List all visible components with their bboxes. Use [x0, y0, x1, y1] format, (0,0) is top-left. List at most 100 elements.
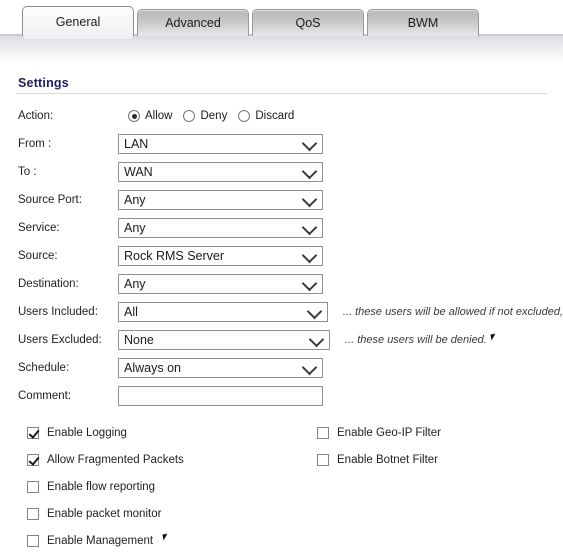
checkbox-allow-fragmented-packets-box[interactable]: [27, 453, 39, 466]
checkbox-row-1: Enable Logging Enable Geo-IP Filter: [18, 419, 563, 446]
form-row-from: From : LAN: [18, 131, 563, 157]
form-row-source: Source: Rock RMS Server: [18, 243, 563, 269]
form-row-destination: Destination: Any: [18, 271, 563, 297]
checkbox-enable-geoip-filter-box[interactable]: [317, 426, 329, 439]
tab-bar: General Advanced QoS BWM: [0, 0, 563, 39]
checkbox-enable-flow-reporting-box[interactable]: [27, 480, 39, 493]
checkbox-enable-flow-reporting[interactable]: Enable flow reporting: [18, 480, 317, 493]
source-port-label: Source Port:: [18, 194, 82, 206]
users-included-select[interactable]: All: [118, 302, 328, 322]
source-select[interactable]: Rock RMS Server: [118, 246, 323, 266]
tab-advanced[interactable]: Advanced: [137, 9, 249, 36]
schedule-label: Schedule:: [18, 362, 70, 374]
comment-input[interactable]: [118, 386, 323, 406]
radio-allow-indicator[interactable]: [128, 110, 140, 122]
chevron-down-icon: [301, 359, 318, 376]
tab-panel-header-band: [0, 36, 563, 64]
from-select[interactable]: LAN: [118, 134, 323, 154]
checkbox-enable-logging[interactable]: Enable Logging: [18, 426, 317, 439]
users-included-label: Users Included:: [18, 306, 98, 318]
chevron-down-icon: [301, 191, 318, 208]
page-title: Settings: [18, 76, 69, 90]
tab-bwm[interactable]: BWM: [367, 9, 479, 36]
radio-deny-label: Deny: [200, 110, 228, 122]
destination-label: Destination:: [18, 278, 79, 290]
form-row-comment: Comment:: [18, 383, 563, 409]
radio-deny[interactable]: Deny: [183, 110, 227, 122]
from-select-value: LAN: [124, 137, 149, 151]
form-row-action: Action: Allow Deny Discard: [18, 103, 563, 129]
tab-qos-label: QoS: [295, 16, 321, 30]
action-label: Action:: [18, 110, 54, 122]
checkbox-allow-fragmented-packets-label: Allow Fragmented Packets: [47, 453, 184, 466]
service-select[interactable]: Any: [118, 218, 323, 238]
chevron-down-icon: [306, 303, 323, 320]
checkbox-enable-botnet-filter[interactable]: Enable Botnet Filter: [317, 453, 439, 466]
service-label: Service:: [18, 222, 60, 234]
mouse-cursor-artifact: [490, 333, 497, 340]
checkbox-enable-management[interactable]: Enable Management: [18, 533, 317, 547]
source-port-select[interactable]: Any: [118, 190, 323, 210]
form-row-service: Service: Any: [18, 215, 563, 241]
users-excluded-select-value: None: [124, 333, 154, 347]
destination-select-value: Any: [124, 277, 146, 291]
users-excluded-note: ... these users will be denied.: [345, 334, 487, 346]
form-row-source-port: Source Port: Any: [18, 187, 563, 213]
form-row-schedule: Schedule: Always on: [18, 355, 563, 381]
schedule-select-value: Always on: [124, 361, 181, 375]
checkbox-enable-logging-label: Enable Logging: [47, 426, 127, 439]
users-included-select-value: All: [124, 305, 138, 319]
radio-discard-label: Discard: [255, 110, 295, 122]
tab-qos[interactable]: QoS: [252, 9, 364, 36]
radio-deny-indicator[interactable]: [183, 110, 196, 122]
schedule-select[interactable]: Always on: [118, 358, 323, 378]
form-row-to: To : WAN: [18, 159, 563, 185]
radio-allow[interactable]: Allow: [128, 110, 172, 122]
action-radio-group: Allow Deny Discard: [118, 110, 294, 122]
checkbox-enable-botnet-filter-label: Enable Botnet Filter: [337, 453, 439, 466]
tab-active-cover: [24, 35, 132, 39]
form-row-users-excluded: Users Excluded: None ... these users wil…: [18, 327, 563, 353]
checkbox-enable-logging-box[interactable]: [27, 426, 39, 439]
tab-general-label: General: [55, 14, 101, 29]
checkbox-enable-management-box[interactable]: [27, 534, 39, 547]
source-label: Source:: [18, 250, 58, 262]
chevron-down-icon: [301, 219, 318, 236]
checkbox-enable-packet-monitor-label: Enable packet monitor: [47, 507, 162, 520]
section-divider: [16, 93, 547, 94]
comment-label: Comment:: [18, 390, 72, 402]
checkbox-enable-geoip-filter-label: Enable Geo-IP Filter: [337, 426, 441, 439]
chevron-down-icon: [301, 163, 318, 180]
settings-panel: Settings Action: Allow Deny Discard From…: [0, 64, 563, 554]
from-label: From :: [18, 138, 52, 150]
checkbox-enable-botnet-filter-box[interactable]: [317, 453, 329, 466]
chevron-down-icon: [308, 331, 325, 348]
destination-select[interactable]: Any: [118, 274, 323, 294]
checkbox-row-4: Enable packet monitor: [18, 500, 563, 527]
checkbox-enable-geoip-filter[interactable]: Enable Geo-IP Filter: [317, 426, 441, 439]
tab-advanced-label: Advanced: [165, 16, 221, 30]
radio-discard-indicator[interactable]: [238, 110, 251, 122]
checkbox-row-2: Allow Fragmented Packets Enable Botnet F…: [18, 446, 563, 473]
chevron-down-icon: [301, 135, 318, 152]
source-select-value: Rock RMS Server: [124, 249, 225, 263]
users-included-note: ... these users will be allowed if not e…: [342, 306, 563, 318]
mouse-cursor-artifact: [162, 533, 169, 541]
users-excluded-select[interactable]: None: [118, 330, 330, 350]
chevron-down-icon: [301, 275, 318, 292]
options-checkbox-area: Enable Logging Enable Geo-IP Filter Allo…: [18, 419, 563, 554]
checkbox-enable-flow-reporting-label: Enable flow reporting: [47, 480, 156, 493]
to-select-value: WAN: [124, 165, 153, 179]
to-select[interactable]: WAN: [118, 162, 323, 182]
tab-general[interactable]: General: [22, 6, 134, 39]
checkbox-enable-packet-monitor[interactable]: Enable packet monitor: [18, 507, 317, 520]
checkbox-enable-packet-monitor-box[interactable]: [27, 507, 39, 520]
radio-discard[interactable]: Discard: [238, 110, 294, 122]
form-row-users-included: Users Included: All ... these users will…: [18, 299, 563, 325]
source-port-select-value: Any: [124, 193, 146, 207]
tab-bwm-label: BWM: [407, 16, 439, 30]
checkbox-row-5: Enable Management: [18, 527, 563, 554]
checkbox-row-3: Enable flow reporting: [18, 473, 563, 500]
checkbox-allow-fragmented-packets[interactable]: Allow Fragmented Packets: [18, 453, 317, 466]
service-select-value: Any: [124, 221, 146, 235]
